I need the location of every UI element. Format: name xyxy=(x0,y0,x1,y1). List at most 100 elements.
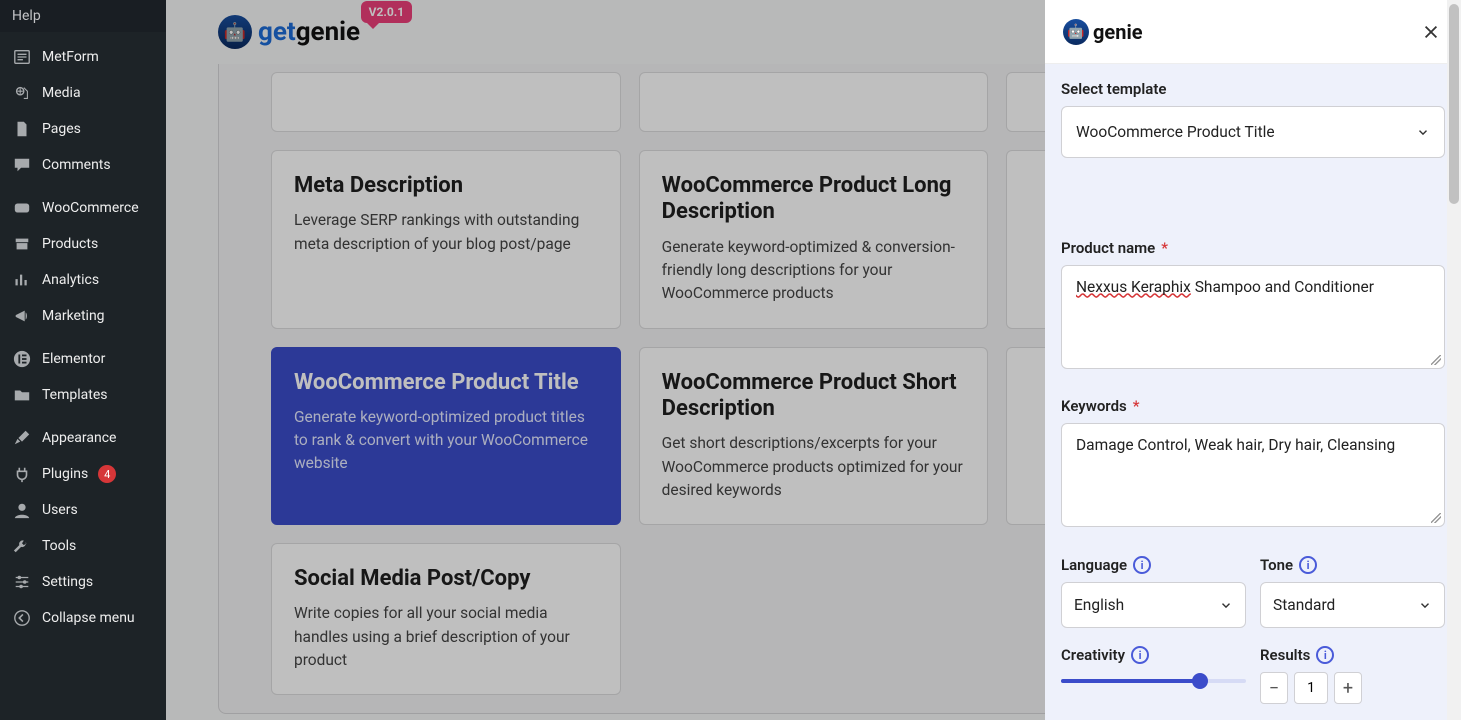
wp-admin-sidebar: Help MetForm Media Pages Comments WooCom… xyxy=(0,0,166,720)
sidebar-item-label: Comments xyxy=(42,157,111,173)
sidebar-item-help[interactable]: Help xyxy=(0,0,166,32)
creativity-label: Creativity i xyxy=(1061,646,1246,664)
sidebar-item-analytics[interactable]: Analytics xyxy=(0,262,166,298)
comment-icon xyxy=(12,155,32,175)
chevron-down-icon xyxy=(1219,598,1233,612)
sidebar-item-label: Plugins xyxy=(42,466,88,482)
info-icon[interactable]: i xyxy=(1316,646,1334,664)
woocommerce-icon xyxy=(12,198,32,218)
language-label: Language i xyxy=(1061,556,1246,574)
results-decrement-button[interactable]: − xyxy=(1260,672,1288,704)
sidebar-item-products[interactable]: Products xyxy=(0,226,166,262)
sidebar-item-label: Settings xyxy=(42,574,93,590)
collapse-icon xyxy=(12,608,32,628)
close-button[interactable] xyxy=(1419,20,1443,44)
sidebar-item-label: Pages xyxy=(42,121,81,137)
sidebar-item-settings[interactable]: Settings xyxy=(0,564,166,600)
sidebar-item-label: Collapse menu xyxy=(42,610,135,626)
slider-thumb[interactable] xyxy=(1192,673,1208,689)
product-name-value-part2: Shampoo and Conditioner xyxy=(1191,278,1374,296)
plugins-update-badge: 4 xyxy=(98,465,116,483)
creativity-slider[interactable] xyxy=(1061,672,1246,690)
sidebar-item-pages[interactable]: Pages xyxy=(0,111,166,147)
wrench-icon xyxy=(12,536,32,556)
sidebar-sep xyxy=(0,334,166,341)
sidebar-item-label: MetForm xyxy=(42,49,99,65)
select-template-label: Select template xyxy=(1061,80,1445,98)
genie-drawer: 🤖 genie Select template WooCommerce Prod… xyxy=(1045,0,1461,720)
sidebar-item-woocommerce[interactable]: WooCommerce xyxy=(0,190,166,226)
elementor-icon xyxy=(12,349,32,369)
user-icon xyxy=(12,500,32,520)
sidebar-item-label: Help xyxy=(12,8,41,24)
results-stepper: − 1 + xyxy=(1260,672,1445,704)
keywords-label: Keywords* xyxy=(1061,397,1445,415)
select-template-value: WooCommerce Product Title xyxy=(1076,123,1275,141)
content-area: 🤖 getgenie V2.0.1 Meta Description Lever… xyxy=(166,0,1461,720)
drawer-body: Select template WooCommerce Product Titl… xyxy=(1045,64,1461,720)
sidebar-item-elementor[interactable]: Elementor xyxy=(0,341,166,377)
sidebar-item-media[interactable]: Media xyxy=(0,75,166,111)
drawer-header: 🤖 genie xyxy=(1045,0,1461,64)
slider-fill xyxy=(1061,679,1200,683)
app-root: Help MetForm Media Pages Comments WooCom… xyxy=(0,0,1461,720)
tone-value: Standard xyxy=(1273,596,1335,614)
sidebar-item-marketing[interactable]: Marketing xyxy=(0,298,166,334)
chevron-down-icon xyxy=(1416,125,1430,139)
brand-wordmark: genie xyxy=(1093,20,1143,44)
sliders-icon xyxy=(12,572,32,592)
folder-icon xyxy=(12,385,32,405)
sidebar-item-users[interactable]: Users xyxy=(0,492,166,528)
sidebar-item-metform[interactable]: MetForm xyxy=(0,39,166,75)
sidebar-sep xyxy=(0,32,166,39)
sidebar-item-comments[interactable]: Comments xyxy=(0,147,166,183)
tone-select[interactable]: Standard xyxy=(1260,582,1445,628)
close-icon xyxy=(1422,23,1440,41)
brush-icon xyxy=(12,428,32,448)
scrollbar-thumb[interactable] xyxy=(1449,4,1459,204)
page-icon xyxy=(12,119,32,139)
sidebar-sep xyxy=(0,413,166,420)
sidebar-item-plugins[interactable]: Plugins 4 xyxy=(0,456,166,492)
sidebar-item-label: Products xyxy=(42,236,98,252)
sidebar-item-templates[interactable]: Templates xyxy=(0,377,166,413)
product-name-value-part1: Nexxus Keraphix xyxy=(1076,278,1191,296)
slider-track xyxy=(1061,679,1246,683)
form-icon xyxy=(12,47,32,67)
select-template-dropdown[interactable]: WooCommerce Product Title xyxy=(1061,106,1445,158)
sidebar-item-label: Appearance xyxy=(42,430,116,446)
language-select[interactable]: English xyxy=(1061,582,1246,628)
info-icon[interactable]: i xyxy=(1131,646,1149,664)
sidebar-item-label: Marketing xyxy=(42,308,105,324)
chevron-down-icon xyxy=(1418,598,1432,612)
info-icon[interactable]: i xyxy=(1133,556,1151,574)
language-value: English xyxy=(1074,596,1124,614)
info-icon[interactable]: i xyxy=(1299,556,1317,574)
plug-icon xyxy=(12,464,32,484)
archive-icon xyxy=(12,234,32,254)
results-increment-button[interactable]: + xyxy=(1334,672,1362,704)
sidebar-item-label: Tools xyxy=(42,538,76,554)
tone-label: Tone i xyxy=(1260,556,1445,574)
sidebar-item-label: Elementor xyxy=(42,351,105,367)
sidebar-item-appearance[interactable]: Appearance xyxy=(0,420,166,456)
sidebar-item-label: WooCommerce xyxy=(42,200,139,216)
media-icon xyxy=(12,83,32,103)
sidebar-item-tools[interactable]: Tools xyxy=(0,528,166,564)
keywords-value: Damage Control, Weak hair, Dry hair, Cle… xyxy=(1076,436,1395,454)
brand-mark-icon: 🤖 xyxy=(1063,19,1089,45)
chart-icon xyxy=(12,270,32,290)
product-name-input[interactable]: Nexxus Keraphix Shampoo and Conditioner xyxy=(1061,265,1445,369)
sidebar-item-label: Media xyxy=(42,85,81,101)
sidebar-item-label: Analytics xyxy=(42,272,99,288)
megaphone-icon xyxy=(12,306,32,326)
sidebar-item-label: Templates xyxy=(42,387,108,403)
product-name-label: Product name* xyxy=(1061,239,1445,257)
drawer-brand: 🤖 genie xyxy=(1063,19,1143,45)
sidebar-sep xyxy=(0,183,166,190)
results-label: Results i xyxy=(1260,646,1445,664)
sidebar-item-collapse[interactable]: Collapse menu xyxy=(0,600,166,636)
keywords-input[interactable]: Damage Control, Weak hair, Dry hair, Cle… xyxy=(1061,423,1445,527)
drawer-scrollbar[interactable] xyxy=(1447,0,1461,720)
results-value[interactable]: 1 xyxy=(1294,672,1328,704)
